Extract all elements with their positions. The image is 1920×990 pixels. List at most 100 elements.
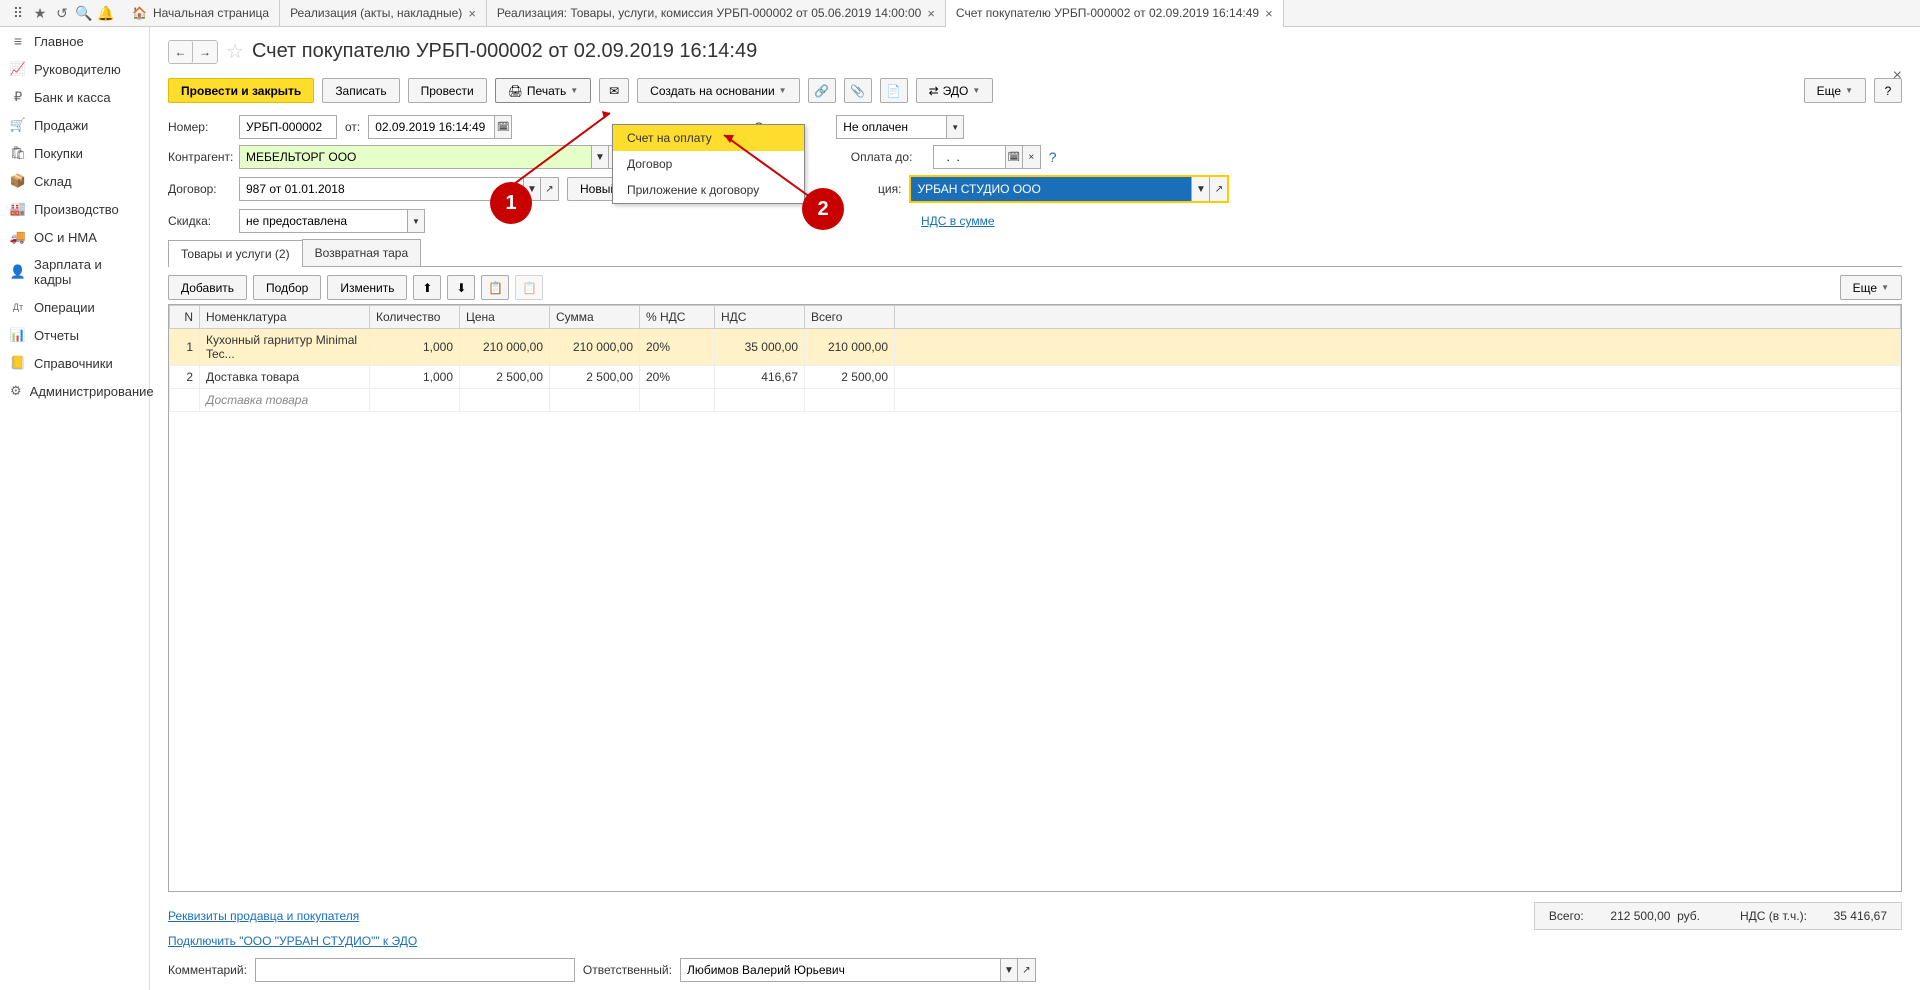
sidebar-item-reports[interactable]: 📊Отчеты	[0, 321, 149, 349]
close-icon[interactable]: ×	[468, 6, 476, 21]
open-icon[interactable]: ↗	[541, 177, 559, 201]
calendar-icon[interactable]: 🗓	[494, 115, 512, 139]
open-icon[interactable]: ↗	[1209, 177, 1227, 201]
sidebar-item-catalogs[interactable]: 📒Справочники	[0, 349, 149, 377]
connect-edo-link[interactable]: Подключить "ООО "УРБАН СТУДИО"" к ЭДО	[168, 934, 417, 948]
close-icon[interactable]: ×	[1265, 6, 1273, 21]
sidebar-item-admin[interactable]: ⚙Администрирование	[0, 377, 149, 405]
sidebar-item-warehouse[interactable]: 📦Склад	[0, 167, 149, 195]
attach-button[interactable]: 📎	[844, 78, 872, 103]
move-down-button[interactable]: ⬇	[447, 275, 475, 300]
vat-mode-link[interactable]: НДС в сумме	[921, 214, 995, 228]
nav-forward-button[interactable]: →	[193, 41, 217, 63]
apps-icon[interactable]: ⠿	[8, 3, 28, 23]
sidebar-item-manager[interactable]: 📈Руководителю	[0, 55, 149, 83]
status-select[interactable]	[836, 115, 946, 139]
bell-icon[interactable]: 🔔	[96, 3, 116, 23]
tab-home[interactable]: 🏠 Начальная страница	[124, 0, 280, 27]
comment-field[interactable]	[255, 958, 575, 982]
sidebar-item-assets[interactable]: 🚚ОС и НМА	[0, 223, 149, 251]
sidebar-item-hr[interactable]: 👤Зарплата и кадры	[0, 251, 149, 293]
print-menu-appendix[interactable]: Приложение к договору	[613, 177, 804, 203]
save-button[interactable]: Записать	[322, 78, 399, 103]
create-based-on-button[interactable]: Создать на основании▼	[637, 78, 799, 103]
pay-until-field[interactable]	[933, 145, 1005, 169]
envelope-icon: ✉	[609, 84, 619, 98]
chevron-down-icon[interactable]: ▼	[1000, 958, 1018, 982]
tab-tare[interactable]: Возвратная тара	[302, 239, 422, 266]
book-icon: 📒	[10, 355, 26, 371]
col-vat[interactable]: НДС	[715, 306, 805, 329]
related-button[interactable]: 🔗	[808, 78, 836, 103]
print-menu-contract[interactable]: Договор	[613, 151, 804, 177]
sidebar-item-bank[interactable]: ₽Банк и касса	[0, 83, 149, 111]
cell-sum: 210 000,00	[550, 329, 640, 366]
sidebar-item-operations[interactable]: ДтОперации	[0, 293, 149, 321]
search-icon[interactable]: 🔍	[74, 3, 94, 23]
table-row[interactable]: 2 Доставка товара 1,000 2 500,00 2 500,0…	[170, 366, 1901, 389]
organization-field[interactable]	[911, 177, 1191, 201]
nav-back-button[interactable]: ←	[169, 41, 193, 63]
print-menu-invoice[interactable]: Счет на оплату	[613, 125, 804, 151]
contract-field[interactable]	[239, 177, 523, 201]
pick-button[interactable]: Подбор	[253, 275, 321, 300]
history-icon[interactable]: ↺	[52, 3, 72, 23]
table-more-button[interactable]: Еще▼	[1840, 275, 1902, 300]
report-button[interactable]: 📄	[880, 78, 908, 103]
cell-n: 2	[170, 366, 200, 389]
chevron-down-icon[interactable]: ▼	[591, 145, 609, 169]
sidebar-item-sales[interactable]: 🛒Продажи	[0, 111, 149, 139]
sidebar-item-main[interactable]: ≡Главное	[0, 27, 149, 55]
sidebar-item-purchases[interactable]: 🛍Покупки	[0, 139, 149, 167]
cell-qty: 1,000	[370, 366, 460, 389]
tab-realization-list[interactable]: Реализация (акты, накладные) ×	[280, 0, 487, 27]
open-icon[interactable]: ↗	[1018, 958, 1036, 982]
tab-realization-doc[interactable]: Реализация: Товары, услуги, комиссия УРБ…	[487, 0, 946, 27]
help-icon[interactable]: ?	[1049, 149, 1057, 165]
col-vat-rate[interactable]: % НДС	[640, 306, 715, 329]
edo-button[interactable]: ⇄ЭДО▼	[916, 78, 994, 103]
number-field[interactable]	[239, 115, 337, 139]
move-up-button[interactable]: ⬆	[413, 275, 441, 300]
chevron-down-icon[interactable]: ▼	[946, 115, 964, 139]
cell-vat-rate: 20%	[640, 329, 715, 366]
post-button[interactable]: Провести	[408, 78, 487, 103]
close-page-icon[interactable]: ×	[1893, 67, 1902, 85]
change-button[interactable]: Изменить	[327, 275, 407, 300]
col-total[interactable]: Всего	[805, 306, 895, 329]
calendar-icon[interactable]: 🗓	[1005, 145, 1023, 169]
print-button[interactable]: 🖨Печать▼	[495, 78, 591, 103]
clear-icon[interactable]: ×	[1023, 145, 1041, 169]
chevron-down-icon[interactable]: ▼	[407, 209, 425, 233]
tab-invoice[interactable]: Счет покупателю УРБП-000002 от 02.09.201…	[946, 0, 1284, 27]
copy-button[interactable]: 📋	[481, 275, 509, 300]
col-qty[interactable]: Количество	[370, 306, 460, 329]
counterparty-field[interactable]	[239, 145, 591, 169]
table-row[interactable]: 1 Кухонный гарнитур Minimal Tec... 1,000…	[170, 329, 1901, 366]
sidebar-item-label: Руководителю	[34, 62, 121, 77]
discount-select[interactable]	[239, 209, 407, 233]
col-sum[interactable]: Сумма	[550, 306, 640, 329]
col-price[interactable]: Цена	[460, 306, 550, 329]
col-item[interactable]: Номенклатура	[200, 306, 370, 329]
totals-box: Всего: 212 500,00 руб. НДС (в т.ч.): 35 …	[1534, 902, 1902, 930]
col-n[interactable]: N	[170, 306, 200, 329]
date-field[interactable]	[368, 115, 494, 139]
email-button[interactable]: ✉	[599, 78, 629, 103]
star-icon[interactable]: ★	[30, 3, 50, 23]
responsible-field[interactable]	[680, 958, 1000, 982]
close-icon[interactable]: ×	[927, 6, 935, 21]
post-and-close-button[interactable]: Провести и закрыть	[168, 78, 314, 103]
seller-buyer-details-link[interactable]: Реквизиты продавца и покупателя	[168, 909, 359, 923]
total-label: Всего:	[1549, 909, 1584, 923]
add-row-button[interactable]: Добавить	[168, 275, 247, 300]
more-button[interactable]: Еще▼	[1804, 78, 1866, 103]
more-label: Еще	[1853, 281, 1877, 295]
sidebar-item-production[interactable]: 🏭Производство	[0, 195, 149, 223]
form-row-counterparty: Контрагент: ▼↗ ? Оплата до: 🗓× ?	[168, 145, 1902, 169]
paste-button[interactable]: 📋	[515, 275, 543, 300]
action-toolbar: Провести и закрыть Записать Провести 🖨Пе…	[168, 78, 1902, 103]
tab-goods[interactable]: Товары и услуги (2)	[168, 240, 303, 267]
favorite-icon[interactable]: ☆	[226, 39, 244, 64]
chevron-down-icon[interactable]: ▼	[1191, 177, 1209, 201]
